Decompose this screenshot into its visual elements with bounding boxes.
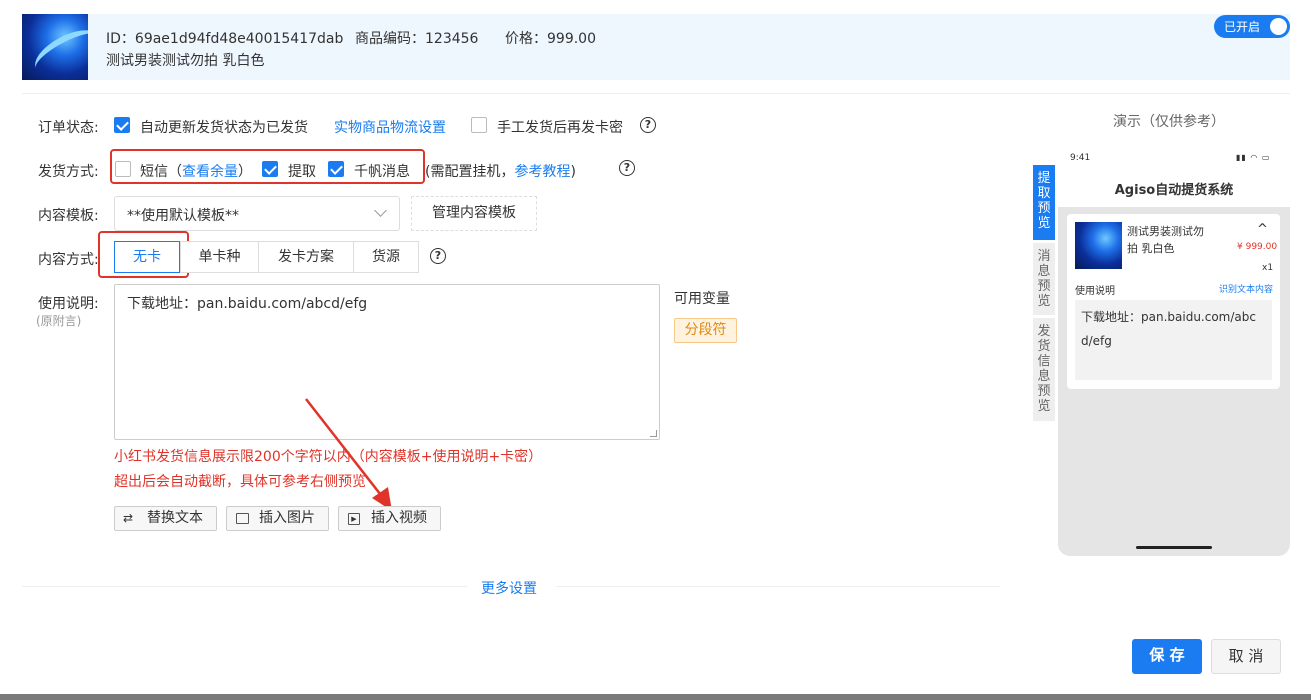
card-product-line1: 测试男装测试勿 — [1127, 225, 1204, 238]
sms-label: 短信（查看余量） — [140, 161, 252, 181]
more-settings-link[interactable]: 更多设置 — [481, 578, 537, 598]
insert-image-button[interactable]: 插入图片 — [226, 506, 329, 531]
product-code: 商品编码：123456 — [355, 31, 479, 47]
tab-pickup-preview[interactable]: 提取预览 — [1033, 165, 1055, 240]
instructions-sublabel: (原附言) — [36, 314, 82, 328]
sms-balance-link[interactable]: 查看余量 — [182, 164, 238, 180]
product-price: 价格：999.00 — [505, 31, 596, 47]
product-name: 测试男装测试勿拍 乳白色 — [106, 53, 265, 69]
template-select[interactable]: **使用默认模板** — [114, 196, 400, 231]
help-icon[interactable]: ? — [430, 248, 446, 264]
help-icon[interactable]: ? — [619, 160, 635, 176]
product-id: ID：69ae1d94fd48e40015417dab — [106, 31, 344, 47]
instructions-label: 使用说明: — [38, 296, 99, 312]
qianfan-label: 千帆消息 — [354, 164, 410, 180]
replace-text-label: 替换文本 — [147, 510, 203, 526]
segment-variable-tag[interactable]: 分段符 — [674, 318, 737, 343]
pickup-checkbox[interactable] — [262, 161, 278, 177]
enable-toggle[interactable]: 已开启 — [1214, 15, 1290, 38]
content-mode-label: 内容方式: — [38, 252, 99, 268]
sms-text: 短信（ — [140, 164, 182, 180]
preview-title: 演示（仅供参考） — [1113, 114, 1225, 130]
annotation-arrow — [305, 398, 392, 511]
status-icons: ▮▮ ◠ ▭ — [1236, 153, 1271, 162]
card-instructions-label: 使用说明 — [1075, 286, 1115, 297]
note-suffix: ) — [570, 164, 576, 180]
variables-title: 可用变量 — [674, 291, 730, 307]
auto-update-checkbox[interactable] — [114, 117, 130, 133]
home-indicator — [1136, 546, 1212, 549]
phone-time: 9:41 — [1070, 153, 1091, 163]
tab-label: 发货信息预览 — [1037, 324, 1051, 414]
phone-app-title: Agiso自动提货系统 — [1114, 183, 1234, 198]
card-thumbnail — [1075, 222, 1122, 269]
phone-preview: 9:41 ▮▮ ◠ ▭ Agiso自动提货系统 测试男装测试勿 拍 乳白色 ^ … — [1058, 145, 1290, 556]
delivery-method-label: 发货方式: — [38, 164, 99, 180]
sms-checkbox[interactable] — [115, 161, 131, 177]
tab-label: 消息预览 — [1037, 249, 1051, 309]
mode-source[interactable]: 货源 — [353, 241, 419, 273]
insert-video-button[interactable]: ▶ 插入视频 — [338, 506, 441, 531]
order-card: 测试男装测试勿 拍 乳白色 ^ ¥ 999.00 x1 使用说明 识别文本内容 … — [1067, 214, 1280, 389]
tab-label: 提取预览 — [1037, 171, 1051, 231]
card-qty: x1 — [1262, 263, 1274, 273]
card-content-box: 下载地址：pan.baidu.com/abc d/efg — [1075, 300, 1272, 380]
divider-left — [22, 586, 467, 587]
header-divider — [22, 93, 1290, 94]
cancel-button[interactable]: 取 消 — [1211, 639, 1281, 674]
order-status-label: 订单状态: — [38, 120, 99, 136]
pickup-label: 提取 — [288, 164, 316, 180]
mode-single-card[interactable]: 单卡种 — [180, 241, 259, 273]
auto-update-label: 自动更新发货状态为已发货 — [140, 120, 308, 136]
chevron-up-icon[interactable]: ^ — [1257, 222, 1268, 237]
logistics-settings-link[interactable]: 实物商品物流设置 — [334, 117, 446, 137]
recognize-text-link[interactable]: 识别文本内容 — [1219, 282, 1273, 295]
sms-close: ） — [238, 164, 252, 180]
replace-icon: ⇄ — [123, 511, 134, 525]
note-prefix: (需配置挂机， — [425, 164, 515, 180]
manage-template-button[interactable]: 管理内容模板 — [411, 196, 537, 231]
tutorial-link[interactable]: 参考教程 — [514, 164, 570, 180]
card-product-line2: 拍 乳白色 — [1127, 242, 1175, 255]
manual-delivery-label: 手工发货后再发卡密 — [497, 120, 623, 136]
template-label: 内容模板: — [38, 208, 99, 224]
delivery-note: (需配置挂机，参考教程) — [425, 161, 576, 181]
tab-message-preview[interactable]: 消息预览 — [1033, 243, 1055, 315]
qianfan-checkbox[interactable] — [328, 161, 344, 177]
instructions-value: 下载地址：pan.baidu.com/abcd/efg — [127, 296, 368, 312]
toggle-label: 已开启 — [1224, 20, 1261, 34]
save-button[interactable]: 保 存 — [1132, 639, 1202, 674]
video-icon: ▶ — [348, 513, 360, 525]
mode-no-card[interactable]: 无卡 — [114, 241, 180, 273]
insert-image-label: 插入图片 — [259, 510, 315, 526]
card-content-line2: d/efg — [1081, 334, 1112, 348]
image-icon — [236, 513, 249, 524]
divider-right — [556, 586, 1000, 587]
help-icon[interactable]: ? — [640, 117, 656, 133]
template-selected-value: **使用默认模板** — [127, 208, 239, 224]
insert-video-label: 插入视频 — [371, 510, 427, 526]
toggle-knob — [1270, 18, 1287, 35]
card-content-line1: 下载地址：pan.baidu.com/abc — [1081, 310, 1256, 324]
bottom-edge — [0, 694, 1311, 700]
chevron-down-icon — [374, 204, 387, 217]
manual-delivery-checkbox[interactable] — [471, 117, 487, 133]
card-price: ¥ 999.00 — [1237, 242, 1278, 252]
mode-card-plan[interactable]: 发卡方案 — [258, 241, 354, 273]
product-thumbnail — [22, 14, 88, 80]
replace-text-button[interactable]: ⇄ 替换文本 — [114, 506, 217, 531]
tab-delivery-info-preview[interactable]: 发货信息预览 — [1033, 318, 1055, 421]
resize-handle[interactable] — [650, 430, 657, 437]
